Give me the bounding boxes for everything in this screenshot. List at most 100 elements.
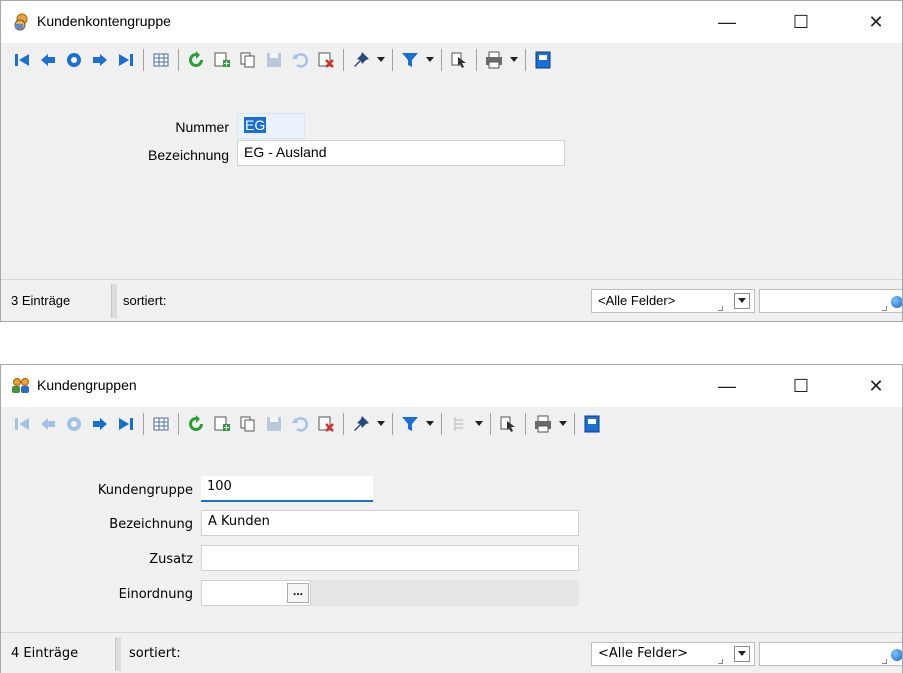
toolbar-separator [476, 49, 477, 71]
filter-dropdown[interactable] [425, 48, 435, 72]
delete-icon [318, 416, 334, 432]
toolbar-separator [343, 413, 344, 435]
kundengruppe-label: Kundengruppe [97, 483, 193, 498]
pin-button[interactable] [350, 48, 372, 72]
next-record-button[interactable] [89, 412, 111, 436]
title-bar[interactable]: Kundenkontengruppe — ☐ ✕ [1, 1, 902, 43]
last-record-icon [119, 54, 133, 66]
pin-icon [354, 52, 369, 67]
print-button[interactable] [532, 412, 554, 436]
bezeichnung-field[interactable]: A Kunden [201, 510, 579, 536]
chevron-down-icon [738, 651, 746, 656]
window-kundengruppen: Kundengruppen — ☐ ✕ Kundengruppe 100 Bez… [0, 364, 903, 673]
copy-record-button[interactable] [237, 412, 259, 436]
new-record-icon [214, 52, 230, 67]
new-record-button[interactable] [211, 48, 233, 72]
kundengruppe-field[interactable]: 100 [201, 476, 373, 502]
cursor-select-icon [451, 52, 466, 68]
new-record-icon [214, 416, 230, 431]
exit-button[interactable] [532, 48, 554, 72]
undo-icon [292, 53, 309, 68]
filter-button[interactable] [399, 412, 421, 436]
globe-icon[interactable] [891, 296, 902, 308]
filter-dropdown[interactable] [425, 412, 435, 436]
filter-button[interactable] [399, 48, 421, 72]
next-record-icon [93, 418, 107, 430]
globe-icon[interactable] [891, 649, 902, 661]
undo-button[interactable] [289, 48, 311, 72]
copy-record-icon [240, 52, 255, 68]
field-filter-value: <Alle Felder> [598, 293, 676, 308]
next-record-button[interactable] [89, 48, 111, 72]
cursor-select-button[interactable] [448, 48, 470, 72]
tree-button[interactable] [448, 412, 470, 436]
first-record-button[interactable] [11, 412, 33, 436]
table-view-button[interactable] [150, 48, 172, 72]
new-record-button[interactable] [211, 412, 233, 436]
chevron-down-icon [377, 57, 385, 62]
maximize-button[interactable]: ☐ [778, 371, 824, 401]
search-back-icon [67, 53, 81, 67]
nummer-value: EG [244, 117, 267, 133]
save-button[interactable] [263, 48, 285, 72]
maximize-button[interactable]: ☐ [778, 7, 824, 37]
refresh-button[interactable] [185, 48, 207, 72]
previous-record-button[interactable] [37, 48, 59, 72]
undo-button[interactable] [289, 412, 311, 436]
browse-button[interactable]: ... [287, 583, 309, 603]
nummer-field[interactable]: EG [237, 113, 305, 139]
print-icon [486, 51, 502, 69]
chevron-down-icon [559, 421, 567, 426]
field-filter-combo[interactable]: <Alle Felder> [591, 642, 755, 666]
delete-button[interactable] [315, 48, 337, 72]
print-dropdown[interactable] [509, 48, 519, 72]
previous-record-icon [41, 418, 55, 430]
first-record-icon [15, 418, 29, 430]
print-button[interactable] [483, 48, 505, 72]
pin-button[interactable] [350, 412, 372, 436]
field-filter-combo[interactable]: <Alle Felder> [591, 289, 755, 313]
undo-icon [292, 417, 309, 432]
copy-record-button[interactable] [237, 48, 259, 72]
pin-icon [354, 416, 369, 431]
last-record-button[interactable] [115, 412, 137, 436]
search-input[interactable] [759, 642, 902, 666]
chevron-down-icon [510, 57, 518, 62]
zusatz-field[interactable] [201, 545, 579, 571]
exit-button[interactable] [581, 412, 603, 436]
close-button[interactable]: ✕ [853, 371, 899, 401]
table-view-icon [153, 53, 169, 67]
search-back-button[interactable] [63, 412, 85, 436]
search-input[interactable] [759, 289, 902, 313]
save-button[interactable] [263, 412, 285, 436]
minimize-button[interactable]: — [704, 7, 750, 37]
bezeichnung-field[interactable]: EG - Ausland [237, 140, 565, 166]
cursor-select-button[interactable] [497, 412, 519, 436]
pin-dropdown[interactable] [376, 412, 386, 436]
pin-dropdown[interactable] [376, 48, 386, 72]
minimize-button[interactable]: — [704, 371, 750, 401]
field-filter-value: <Alle Felder> [598, 646, 689, 661]
resize-grip-icon [882, 306, 887, 311]
search-back-button[interactable] [63, 48, 85, 72]
chevron-down-icon [426, 57, 434, 62]
close-button[interactable]: ✕ [853, 7, 899, 37]
print-dropdown[interactable] [558, 412, 568, 436]
first-record-button[interactable] [11, 48, 33, 72]
toolbar-separator [441, 49, 442, 71]
previous-record-button[interactable] [37, 412, 59, 436]
table-view-button[interactable] [150, 412, 172, 436]
title-bar[interactable]: Kundengruppen — ☐ ✕ [1, 365, 902, 407]
field-filter-dropdown-button[interactable] [734, 646, 750, 662]
refresh-button[interactable] [185, 412, 207, 436]
filter-icon [402, 417, 418, 431]
field-filter-dropdown-button[interactable] [734, 293, 750, 309]
delete-button[interactable] [315, 412, 337, 436]
toolbar-separator [525, 49, 526, 71]
last-record-button[interactable] [115, 48, 137, 72]
resize-grip-icon [718, 306, 723, 311]
exit-icon [535, 51, 551, 69]
tree-dropdown[interactable] [474, 412, 484, 436]
toolbar-separator [343, 49, 344, 71]
delete-icon [318, 52, 334, 68]
